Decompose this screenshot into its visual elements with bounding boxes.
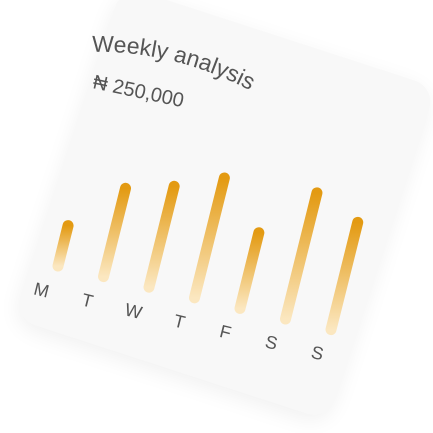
bar-6 — [325, 216, 364, 336]
weekly-analysis-widget: Weekly analysis ₦ 250,000 MTWTFSS — [0, 0, 433, 433]
bar-0 — [52, 220, 74, 272]
bars-group — [52, 172, 364, 336]
bar-4 — [234, 227, 265, 314]
bar-3 — [189, 172, 230, 304]
day-label-3: T — [172, 311, 188, 333]
day-label-2: W — [123, 299, 144, 323]
day-label-6: S — [309, 342, 325, 364]
day-label-0: M — [32, 279, 51, 302]
weekly-amount: ₦ 250,000 — [91, 71, 186, 112]
bar-1 — [98, 182, 132, 283]
weekly-bar-chart: Weekly analysis ₦ 250,000 MTWTFSS — [32, 31, 364, 364]
bar-2 — [143, 180, 180, 293]
bar-5 — [280, 187, 323, 325]
day-label-1: T — [80, 290, 96, 312]
day-label-4: F — [218, 321, 234, 343]
day-label-5: S — [263, 332, 279, 354]
